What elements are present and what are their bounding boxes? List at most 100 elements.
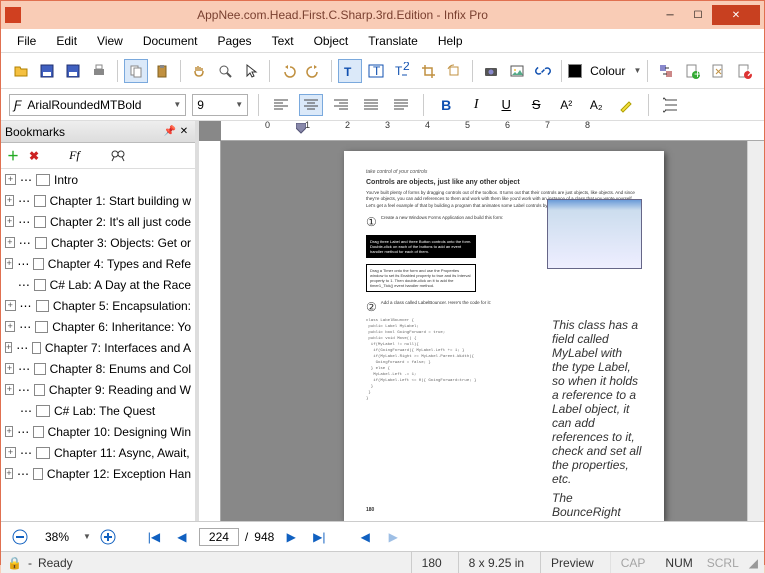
expand-icon[interactable]: +: [5, 447, 16, 458]
expand-icon[interactable]: +: [5, 237, 15, 248]
zoom-out-button[interactable]: [9, 527, 31, 547]
expand-icon[interactable]: +: [5, 468, 13, 479]
bookmark-search-icon[interactable]: [110, 149, 126, 163]
bookmark-item[interactable]: +⋯Chapter 12: Exception Han: [1, 463, 195, 484]
expand-icon[interactable]: +: [5, 195, 14, 206]
expand-icon[interactable]: +: [5, 300, 16, 311]
expand-icon[interactable]: +: [5, 174, 16, 185]
bookmark-item[interactable]: +⋯Chapter 10: Designing Win: [1, 421, 195, 442]
page-view[interactable]: take control of your controls Controls a…: [344, 151, 664, 521]
bookmark-item[interactable]: +⋯Chapter 9: Reading and W: [1, 379, 195, 400]
save-icon[interactable]: [35, 59, 59, 83]
prev-page-button[interactable]: ◀: [171, 527, 193, 547]
expand-icon[interactable]: +: [5, 216, 14, 227]
expand-icon[interactable]: +: [5, 258, 13, 269]
ruler-horizontal[interactable]: 0 1 2 3 4 5 6 7 8: [221, 121, 764, 141]
zoom-dropdown-icon[interactable]: ▼: [83, 532, 91, 541]
rotate-tool-icon[interactable]: [442, 59, 466, 83]
menu-edit[interactable]: Edit: [48, 32, 85, 50]
bookmark-item[interactable]: +⋯Chapter 8: Enums and Col: [1, 358, 195, 379]
expand-icon[interactable]: +: [5, 363, 14, 374]
vertical-scrollbar[interactable]: [747, 141, 764, 521]
bold-button[interactable]: B: [434, 94, 458, 116]
pin-icon[interactable]: 📌: [163, 126, 177, 137]
add-page-icon[interactable]: +: [680, 59, 704, 83]
save-as-icon[interactable]: *: [61, 59, 85, 83]
line-spacing-icon[interactable]: [659, 94, 683, 116]
link-icon[interactable]: [531, 59, 555, 83]
paste-icon[interactable]: [150, 59, 174, 83]
delete-page-icon[interactable]: ✕: [732, 59, 756, 83]
bookmark-item[interactable]: ⋯C# Lab: A Day at the Race: [1, 274, 195, 295]
crop-tool-icon[interactable]: [416, 59, 440, 83]
bookmark-item[interactable]: +⋯Chapter 4: Types and Refe: [1, 253, 195, 274]
lock-icon[interactable]: 🔒: [7, 556, 22, 570]
expand-icon[interactable]: +: [5, 384, 14, 395]
text-frame-icon[interactable]: T: [364, 59, 388, 83]
menu-file[interactable]: File: [9, 32, 44, 50]
history-forward-button[interactable]: ▶: [382, 527, 404, 547]
menu-document[interactable]: Document: [135, 32, 206, 50]
font-size-combo[interactable]: 9 ▼: [192, 94, 248, 116]
zoom-in-button[interactable]: [97, 527, 119, 547]
first-page-button[interactable]: |◀: [143, 527, 165, 547]
colour-label[interactable]: Colour: [584, 64, 631, 78]
strike-button[interactable]: S: [524, 94, 548, 116]
image-icon[interactable]: [505, 59, 529, 83]
page-settings-icon[interactable]: [706, 59, 730, 83]
text-tool-icon[interactable]: T: [338, 59, 362, 83]
pointer-tool-icon[interactable]: [239, 59, 263, 83]
copy-icon[interactable]: [124, 59, 148, 83]
maximize-button[interactable]: ☐: [684, 5, 712, 25]
ruler-vertical[interactable]: [199, 141, 221, 521]
zoom-level[interactable]: 38%: [37, 529, 77, 545]
delete-bookmark-icon[interactable]: ✖: [29, 149, 39, 163]
underline-button[interactable]: U: [494, 94, 518, 116]
align-right-icon[interactable]: [329, 94, 353, 116]
expand-icon[interactable]: +: [5, 426, 13, 437]
bookmark-font-icon[interactable]: Ff: [69, 148, 80, 163]
superscript-button[interactable]: A²: [554, 94, 578, 116]
bookmark-item[interactable]: +⋯Chapter 1: Start building w: [1, 190, 195, 211]
bookmark-item[interactable]: +⋯Chapter 5: Encapsulation:: [1, 295, 195, 316]
print-icon[interactable]: [87, 59, 111, 83]
bookmark-item[interactable]: +⋯Chapter 3: Objects: Get or: [1, 232, 195, 253]
align-center-icon[interactable]: [299, 94, 323, 116]
status-preview[interactable]: Preview: [540, 552, 604, 573]
find-replace-icon[interactable]: [654, 59, 678, 83]
minimize-button[interactable]: ─: [656, 5, 684, 25]
bookmark-item[interactable]: +⋯Intro: [1, 169, 195, 190]
close-panel-icon[interactable]: ✕: [177, 126, 191, 137]
bookmark-item[interactable]: +⋯Chapter 11: Async, Await,: [1, 442, 195, 463]
add-bookmark-icon[interactable]: ＋: [7, 147, 19, 164]
camera-icon[interactable]: [479, 59, 503, 83]
align-left-icon[interactable]: [269, 94, 293, 116]
subscript-button[interactable]: A₂: [584, 94, 608, 116]
close-button[interactable]: ✕: [712, 5, 760, 25]
color-swatch[interactable]: [568, 64, 582, 78]
last-page-button[interactable]: ▶|: [308, 527, 330, 547]
font-family-combo[interactable]: Ƒ ArialRoundedMTBold ▼: [9, 94, 186, 116]
undo-icon[interactable]: [276, 59, 300, 83]
page-number-input[interactable]: [199, 528, 239, 546]
expand-icon[interactable]: +: [5, 342, 12, 353]
bookmark-item[interactable]: +⋯Chapter 7: Interfaces and A: [1, 337, 195, 358]
resize-grip-icon[interactable]: ◢: [749, 556, 758, 570]
open-icon[interactable]: [9, 59, 33, 83]
highlight-button[interactable]: [614, 94, 638, 116]
next-page-button[interactable]: ▶: [280, 527, 302, 547]
redo-icon[interactable]: [302, 59, 326, 83]
italic-button[interactable]: I: [464, 94, 488, 116]
text-link-icon[interactable]: T2: [390, 59, 414, 83]
hand-tool-icon[interactable]: [187, 59, 211, 83]
zoom-tool-icon[interactable]: [213, 59, 237, 83]
bookmark-item[interactable]: +⋯Chapter 2: It's all just code: [1, 211, 195, 232]
canvas[interactable]: take control of your controls Controls a…: [221, 141, 747, 521]
bookmark-item[interactable]: +⋯Chapter 6: Inheritance: Yo: [1, 316, 195, 337]
align-justify-full-icon[interactable]: [389, 94, 413, 116]
history-back-button[interactable]: ◀: [354, 527, 376, 547]
align-justify-icon[interactable]: [359, 94, 383, 116]
menu-help[interactable]: Help: [430, 32, 471, 50]
bookmark-item[interactable]: ⋯C# Lab: The Quest: [1, 400, 195, 421]
expand-icon[interactable]: +: [5, 321, 15, 332]
